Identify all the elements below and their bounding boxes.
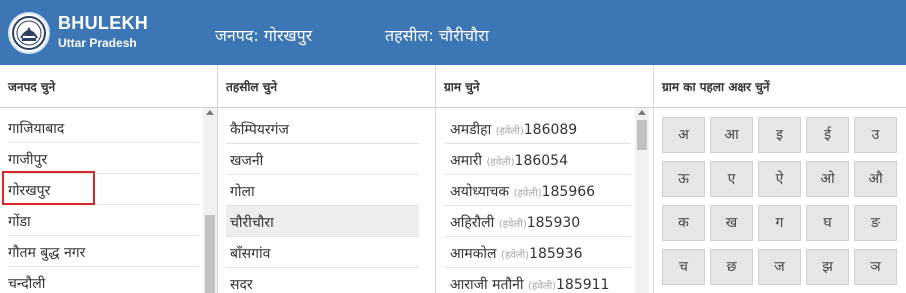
- letter-key[interactable]: अ: [662, 117, 705, 153]
- letter-key[interactable]: झ: [806, 249, 849, 285]
- tehsil-item[interactable]: खजनी: [226, 144, 419, 175]
- letter-key[interactable]: ओ: [806, 161, 849, 197]
- letter-key[interactable]: क: [662, 205, 705, 241]
- district-item[interactable]: गाजीपुर: [8, 143, 199, 174]
- letter-key[interactable]: आ: [710, 117, 753, 153]
- village-tag: (हवेली): [495, 126, 524, 137]
- letter-keypad: अ आ इ ई उ ऊ ए ऐ ओ औ क ख ग घ ङ च छ ज झ ञ: [662, 117, 897, 285]
- scroll-up-arrow-icon[interactable]: [206, 110, 214, 115]
- letter-key[interactable]: ज: [758, 249, 801, 285]
- village-code: 185930: [526, 215, 581, 231]
- letter-key[interactable]: च: [662, 249, 705, 285]
- letter-key[interactable]: ञ: [854, 249, 897, 285]
- village-name: अहिरौली: [450, 215, 495, 231]
- village-list-panel[interactable]: अमडीहा (हवेली)186089 अमारी (हवेली)186054…: [436, 108, 653, 293]
- village-item[interactable]: अहिरौली (हवेली)185930: [444, 206, 631, 237]
- letter-key[interactable]: ख: [710, 205, 753, 241]
- letter-key[interactable]: ऊ: [662, 161, 705, 197]
- tehsil-item[interactable]: बाँसगांव: [226, 237, 419, 268]
- village-column-heading: ग्राम चुने: [436, 65, 653, 108]
- selected-tehsil-label: तहसील: चौरीचौरा: [385, 26, 489, 45]
- village-name: अमारी: [450, 153, 483, 169]
- district-item[interactable]: गोंडा: [8, 205, 199, 236]
- village-scroll-thumb[interactable]: [637, 120, 647, 150]
- letter-key[interactable]: ग: [758, 205, 801, 241]
- district-column-heading: जनपद चुने: [0, 65, 217, 108]
- tehsil-list: कैम्पियरगंज खजनी गोला चौरीचौरा बाँसगांव …: [226, 113, 419, 293]
- tehsil-item[interactable]: कैम्पियरगंज: [226, 113, 419, 144]
- village-code: 186054: [514, 153, 568, 169]
- district-item[interactable]: गौतम बुद्ध नगर: [8, 236, 199, 267]
- up-government-emblem-icon[interactable]: [8, 12, 50, 54]
- village-code: 185911: [556, 277, 610, 293]
- letter-column-heading: ग्राम का पहला अक्षर चुनें: [654, 65, 906, 108]
- letter-key[interactable]: ई: [806, 117, 849, 153]
- header-bar: BHULEKH Uttar Pradesh जनपद: गोरखपुर तहसी…: [0, 0, 906, 65]
- letter-key[interactable]: औ: [854, 161, 897, 197]
- letter-key[interactable]: ए: [710, 161, 753, 197]
- village-column: ग्राम चुने अमडीहा (हवेली)186089 अमारी (ह…: [436, 65, 654, 293]
- tehsil-item[interactable]: सदर: [226, 268, 419, 293]
- village-name: अयोध्याचक: [450, 184, 510, 200]
- village-code: 186089: [523, 122, 578, 138]
- tehsil-item-selected[interactable]: चौरीचौरा: [226, 206, 419, 237]
- village-tag: (हवेली): [498, 219, 527, 230]
- letter-key[interactable]: इ: [758, 117, 801, 153]
- village-scrollbar[interactable]: [635, 108, 649, 293]
- highlight-annotation-box: [2, 171, 95, 205]
- brand-subtitle: Uttar Pradesh: [58, 36, 137, 50]
- letter-column: ग्राम का पहला अक्षर चुनें अ आ इ ई उ ऊ ए …: [654, 65, 906, 293]
- village-list: अमडीहा (हवेली)186089 अमारी (हवेली)186054…: [444, 113, 631, 293]
- tehsil-column: तहसील चुने कैम्पियरगंज खजनी गोला चौरीचौर…: [218, 65, 436, 293]
- village-item[interactable]: आराजी मतौनी (हवेली)185911: [444, 268, 631, 293]
- letter-key[interactable]: उ: [854, 117, 897, 153]
- brand-title: BHULEKH: [58, 13, 149, 33]
- village-name: आराजी मतौनी: [450, 277, 524, 293]
- scroll-up-arrow-icon[interactable]: [638, 110, 646, 115]
- tehsil-column-heading: तहसील चुने: [218, 65, 435, 108]
- district-scrollbar[interactable]: [203, 108, 217, 293]
- letter-key[interactable]: ऐ: [758, 161, 801, 197]
- district-item[interactable]: चन्दौली: [8, 267, 199, 293]
- selected-district-label: जनपद: गोरखपुर: [215, 26, 313, 45]
- district-item[interactable]: गाजियाबाद: [8, 112, 199, 143]
- letter-key[interactable]: ङ: [854, 205, 897, 241]
- letter-key[interactable]: छ: [710, 249, 753, 285]
- tehsil-list-panel[interactable]: कैम्पियरगंज खजनी गोला चौरीचौरा बाँसगांव …: [218, 108, 435, 293]
- village-item[interactable]: अमारी (हवेली)186054: [444, 144, 631, 175]
- village-item[interactable]: अमडीहा (हवेली)186089: [444, 113, 631, 144]
- village-tag: (हवेली): [513, 188, 542, 199]
- village-item[interactable]: अयोध्याचक (हवेली)185966: [444, 175, 631, 206]
- letter-key[interactable]: घ: [806, 205, 849, 241]
- village-name: आमकोल: [450, 246, 497, 262]
- village-tag: (हवेली): [527, 281, 556, 292]
- village-tag: (हवेली): [501, 250, 530, 261]
- tehsil-item[interactable]: गोला: [226, 175, 419, 206]
- village-item[interactable]: आमकोल (हवेली)185936: [444, 237, 631, 268]
- letter-keypad-panel: अ आ इ ई उ ऊ ए ऐ ओ औ क ख ग घ ङ च छ ज झ ञ: [654, 108, 906, 293]
- village-code: 185936: [529, 246, 583, 262]
- village-tag: (हवेली): [486, 157, 515, 168]
- village-code: 185966: [541, 184, 596, 200]
- village-name: अमडीहा: [450, 122, 492, 138]
- district-scroll-thumb[interactable]: [205, 215, 215, 293]
